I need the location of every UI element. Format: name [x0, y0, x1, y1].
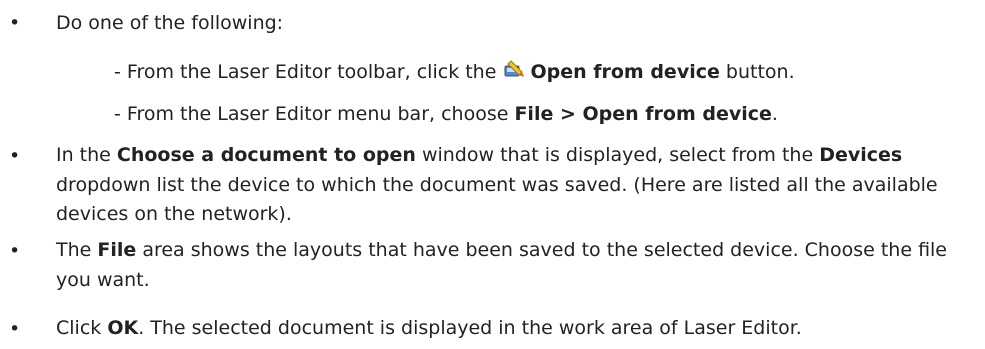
dropdown-name: Devices — [819, 144, 903, 166]
text-run: In the — [56, 144, 117, 166]
text-run: Click — [56, 317, 108, 339]
sub-option-toolbar: - From the Laser Editor toolbar, click t… — [114, 55, 795, 89]
text-run: dropdown list the device to which the do… — [56, 173, 938, 226]
sub-option-text: button. — [719, 61, 795, 83]
text-run: . The selected document is displayed in … — [138, 317, 802, 339]
open-from-device-icon — [504, 60, 525, 77]
window-name: Choose a document to open — [116, 144, 416, 166]
bullet: • — [9, 318, 21, 340]
button-name: Open from device — [530, 61, 720, 83]
step-text: The File area shows the layouts that hav… — [56, 236, 971, 295]
sub-option-text: - From the Laser Editor menu bar, choose — [114, 103, 515, 125]
sub-option-menu: - From the Laser Editor menu bar, choose… — [114, 97, 778, 131]
document-body: • Do one of the following: - From the La… — [0, 0, 985, 349]
text-run: The — [56, 239, 98, 261]
button-name: OK — [107, 317, 139, 339]
text-run: area shows the layouts that have been sa… — [56, 239, 948, 291]
step-text: Click OK. The selected document is displ… — [56, 314, 971, 344]
bullet: • — [9, 240, 21, 262]
step-text: In the Choose a document to open window … — [56, 141, 971, 230]
text-run: window that is displayed, select from th… — [415, 144, 820, 166]
bullet: • — [9, 12, 21, 34]
sub-option-text: . — [771, 103, 778, 125]
sub-option-text: - From the Laser Editor toolbar, click t… — [114, 61, 503, 83]
area-name: File — [97, 239, 137, 261]
menu-path: File > Open from device — [514, 103, 772, 125]
bullet: • — [9, 145, 21, 167]
step-text: Do one of the following: — [56, 12, 284, 34]
